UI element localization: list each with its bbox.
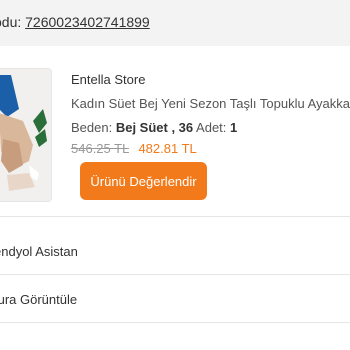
- assistant-row[interactable]: endyol Asistan: [0, 244, 78, 259]
- size-value: Bej Süet , 36: [115, 120, 194, 135]
- product-name[interactable]: Kadın Süet Bej Yeni Sezon Taşlı Topuklu …: [71, 96, 350, 111]
- rate-product-button[interactable]: Ürünü Değerlendir: [80, 162, 207, 200]
- order-code-line: odu: 7260023402741899: [0, 14, 150, 30]
- divider: [0, 216, 350, 217]
- invoice-row[interactable]: tura Görüntüle: [0, 292, 77, 307]
- old-price: 546.25 TL: [71, 141, 129, 156]
- size-label: Beden:: [71, 120, 113, 135]
- product-variant: Beden: Bej Süet , 36 Adet: 1: [71, 120, 237, 135]
- qty-value: 1: [230, 120, 238, 135]
- divider: [0, 322, 350, 323]
- divider: [0, 274, 350, 275]
- new-price: 482.81 TL: [138, 141, 197, 156]
- price-block: 546.25 TL 482.81 TL: [71, 141, 197, 156]
- order-code-value[interactable]: 7260023402741899: [25, 14, 150, 30]
- order-code-label: odu:: [0, 14, 22, 30]
- store-name[interactable]: Entella Store: [71, 72, 145, 87]
- order-header: odu: 7260023402741899: [0, 0, 350, 47]
- qty-label: Adet:: [196, 120, 227, 135]
- product-image[interactable]: [0, 68, 52, 202]
- product-card: Entella Store Kadın Süet Bej Yeni Sezon …: [0, 46, 350, 216]
